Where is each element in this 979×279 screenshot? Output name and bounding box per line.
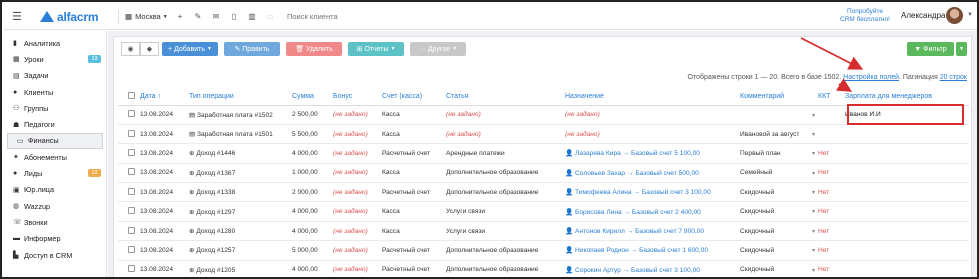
arrow-to-salary-column xyxy=(836,78,853,92)
screenshot-frame: ☰ alfacrm ▦ Москва ▼ + ✎ ✉ ▯ ▥ ▭ Попробу… xyxy=(0,0,979,279)
arrow-to-field-settings xyxy=(800,37,864,70)
annotation-arrows xyxy=(800,37,864,92)
